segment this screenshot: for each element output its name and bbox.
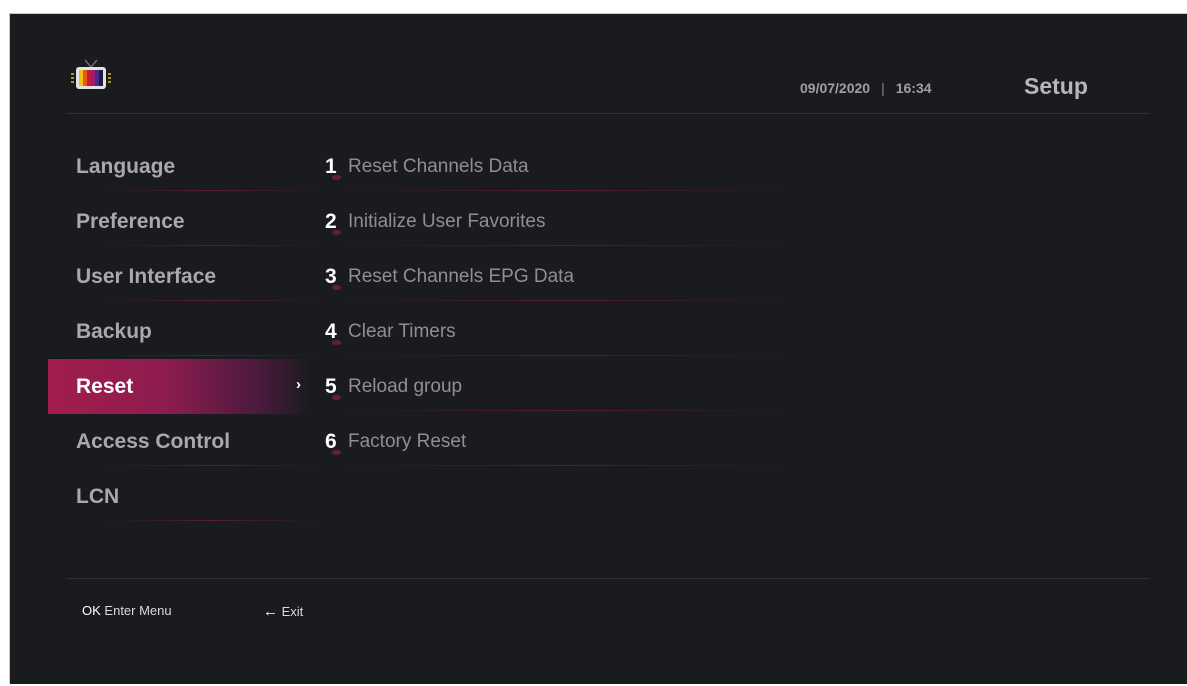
sidebar-item-label: User Interface [76,264,217,288]
divider [108,190,318,191]
sidebar-item-reset[interactable]: Reset [48,359,310,414]
sidebar-item-user-interface[interactable]: User Interface [48,249,318,304]
sidebar-item-label: Preference [76,209,185,233]
option-number: 5 [325,375,345,400]
sidebar-item-backup[interactable]: Backup [48,304,318,359]
ok-key: OK [82,603,101,618]
sidebar-item-label: Reset [76,374,134,398]
option-label: Initialize User Favorites [348,210,546,232]
sidebar-item-label: Language [76,154,176,178]
setup-screen: 09/07/2020 | 16:34 Setup Language Preferen… [9,13,1187,684]
option-factory-reset[interactable]: 6 Factory Reset [325,414,785,469]
divider [345,355,785,356]
chevron-right-icon: › [296,376,301,393]
sidebar-item-label: LCN [76,484,120,508]
option-label: Reset Channels Data [348,155,529,177]
option-number: 4 [325,320,345,345]
option-reload-group[interactable]: 5 Reload group [325,359,785,414]
option-label: Clear Timers [348,320,456,342]
page-title: Setup [1024,73,1088,99]
divider [108,245,318,246]
divider [108,355,318,356]
option-reset-channels-epg-data[interactable]: 3 Reset Channels EPG Data [325,249,785,304]
divider [345,300,785,301]
divider [108,520,318,521]
divider [108,465,318,466]
sidebar-item-lcn[interactable]: LCN [48,469,318,524]
ok-hint: OK Enter Menu [82,603,172,618]
option-number: 3 [325,265,345,290]
back-arrow-icon: ← [263,603,278,620]
divider [345,245,785,246]
exit-hint-label: Exit [281,604,304,619]
option-reset-channels-data[interactable]: 1 Reset Channels Data [325,139,785,194]
divider [345,465,785,466]
option-label: Reset Channels EPG Data [348,265,575,287]
divider [345,410,785,411]
option-number: 2 [325,210,345,235]
sidebar-item-label: Backup [76,319,152,343]
divider [108,300,318,301]
option-clear-timers[interactable]: 4 Clear Timers [325,304,785,359]
date-time-separator: | [881,80,885,96]
exit-hint: ← Exit [263,603,303,620]
time-text: 16:34 [895,80,932,96]
sidebar-item-label: Access Control [76,429,231,453]
tv-icon [71,59,111,89]
option-label: Factory Reset [348,430,467,452]
header-divider [66,113,1150,114]
sidebar-item-access-control[interactable]: Access Control [48,414,318,469]
option-initialize-user-favorites[interactable]: 2 Initialize User Favorites [325,194,785,249]
option-number: 1 [325,155,345,180]
sidebar-item-preference[interactable]: Preference [48,194,318,249]
option-label: Reload group [348,375,463,397]
date-time: 09/07/2020 | 16:34 [800,80,932,96]
date-text: 09/07/2020 [800,80,871,96]
footer-divider [66,578,1150,579]
sidebar-item-language[interactable]: Language [48,139,318,194]
ok-hint-label: Enter Menu [104,603,172,618]
divider [345,190,785,191]
option-number: 6 [325,430,345,455]
